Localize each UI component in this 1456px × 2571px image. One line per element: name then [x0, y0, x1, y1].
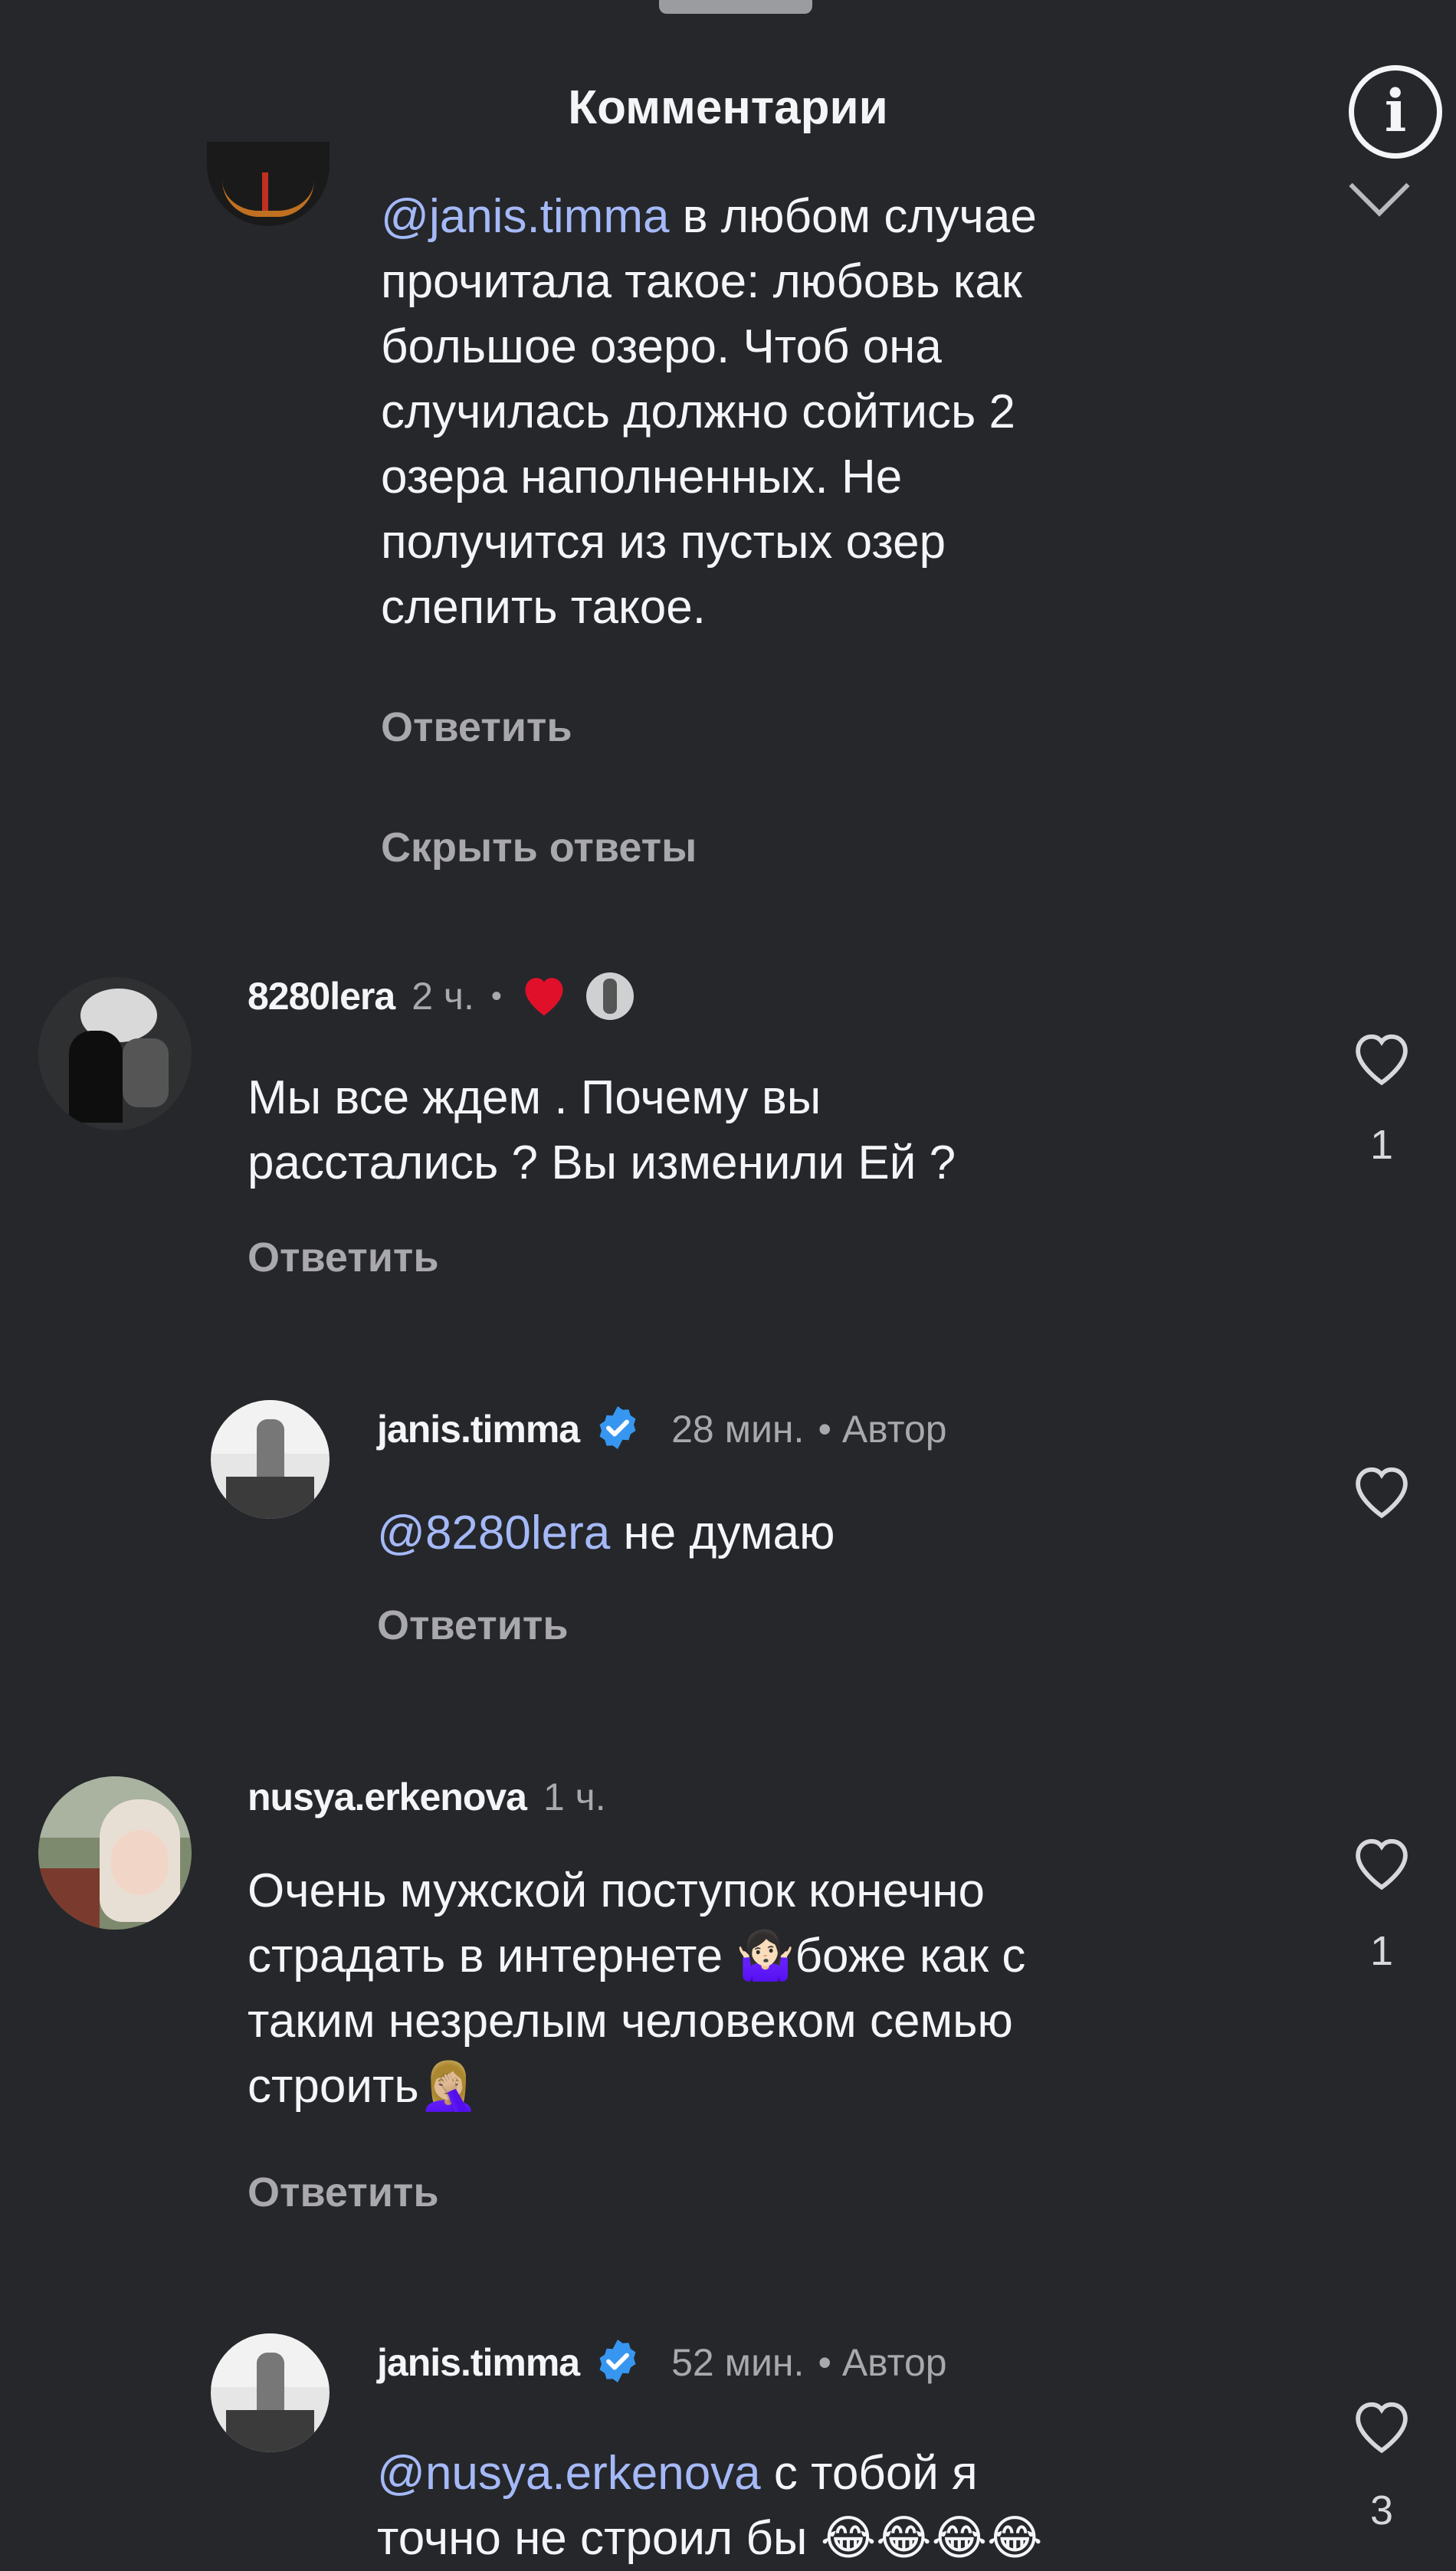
comment-line: строить🤦🏼‍♀️: [248, 2060, 478, 2113]
mention-link[interactable]: @janis.timma: [381, 190, 669, 243]
username[interactable]: nusya.erkenova: [248, 1775, 527, 1819]
creator-avatar: [585, 972, 634, 1020]
comment-body: Мы все ждем . Почему вы расстались ? Вы …: [248, 1065, 1282, 1195]
comment-body: @8280lera не думаю: [377, 1500, 1297, 1566]
comment-body: @nusya.erkenova с тобой я точно не строи…: [377, 2441, 1335, 2571]
hide-replies-button[interactable]: Скрыть ответы: [381, 824, 697, 871]
verified-badge-icon: [593, 2337, 642, 2389]
comment-line: страдать в интернете 🤷🏻‍♀️боже как с: [248, 1930, 1026, 1982]
timestamp: 2 ч.: [412, 975, 474, 1018]
collapse-chevron-icon[interactable]: [1349, 156, 1410, 217]
comment-text: с тобой я: [760, 2447, 978, 2500]
username[interactable]: janis.timma: [377, 1407, 580, 1451]
comment-line: прочитала такое: любовь как: [381, 255, 1022, 308]
reply-button[interactable]: Ответить: [377, 1602, 569, 1649]
avatar[interactable]: [211, 1400, 330, 1519]
author-label: • Автор: [818, 2341, 947, 2384]
comment-line: слепить такое.: [381, 581, 706, 634]
comment-header: nusya.erkenova 1 ч.: [248, 1770, 606, 1824]
comment-line: расстались ? Вы изменили Ей ?: [248, 1136, 956, 1189]
timestamp: 1 ч.: [543, 1776, 606, 1818]
comment-body: Очень мужской поступок конечно страдать …: [248, 1858, 1320, 2119]
separator: •: [490, 979, 502, 1013]
timestamp: 28 мин.: [671, 1408, 805, 1451]
username[interactable]: 8280lera: [248, 974, 395, 1018]
comment-line: точно не строил бы 😂😂😂😂: [377, 2512, 1043, 2565]
verified-badge-icon: [593, 1403, 642, 1456]
comment-line: случилась должно сойтись 2: [381, 385, 1016, 438]
avatar[interactable]: [207, 142, 330, 226]
like-count: 1: [1369, 1928, 1394, 1974]
comment-body: @janis.timma в любом случае прочитала та…: [381, 184, 1339, 640]
comment-line: получится из пустых озер: [381, 516, 946, 569]
avatar[interactable]: [38, 977, 192, 1130]
like-count: 1: [1369, 1122, 1394, 1168]
like-heart-icon[interactable]: [1347, 1460, 1416, 1521]
comment-text: в любом случае: [669, 190, 1037, 243]
page-title: Комментарии: [568, 81, 888, 134]
like-heart-icon[interactable]: [1347, 2395, 1416, 2456]
comment-line: таким незрелым человеком семью: [248, 1995, 1013, 2048]
timestamp: 52 мин.: [671, 2341, 805, 2384]
comment-line: озера наполненных. Не: [381, 451, 903, 503]
author-label: • Автор: [818, 1408, 947, 1451]
comment-header: janis.timma 52 мин. • Автор: [377, 2336, 947, 2389]
avatar[interactable]: [38, 1776, 192, 1930]
comment-line: @janis.timma в любом случае: [381, 184, 1339, 249]
comment-line: большое озеро. Чтоб она: [381, 320, 942, 373]
like-heart-icon[interactable]: [1347, 1832, 1416, 1893]
mention-link[interactable]: @8280lera: [377, 1507, 610, 1559]
reply-button[interactable]: Ответить: [381, 703, 572, 751]
comment-line: @nusya.erkenova с тобой я: [377, 2441, 1335, 2506]
reply-button[interactable]: Ответить: [248, 1234, 439, 1281]
comment-text: не думаю: [610, 1507, 835, 1559]
comment-header: janis.timma 28 мин. • Автор: [377, 1402, 947, 1456]
creator-liked-heart-icon: [519, 972, 569, 1022]
like-count: 3: [1369, 2487, 1394, 2533]
comment-line: Мы все ждем . Почему вы: [248, 1071, 821, 1124]
reply-button[interactable]: Ответить: [248, 2169, 439, 2216]
username[interactable]: janis.timma: [377, 2340, 580, 2385]
comment-header: 8280lera 2 ч. •: [248, 969, 634, 1023]
mention-link[interactable]: @nusya.erkenova: [377, 2447, 761, 2500]
avatar[interactable]: [211, 2333, 330, 2452]
info-icon[interactable]: i: [1349, 65, 1442, 159]
drag-handle[interactable]: [659, 0, 812, 14]
comment-line: Очень мужской поступок конечно: [248, 1864, 985, 1917]
like-heart-icon[interactable]: [1347, 1027, 1416, 1088]
